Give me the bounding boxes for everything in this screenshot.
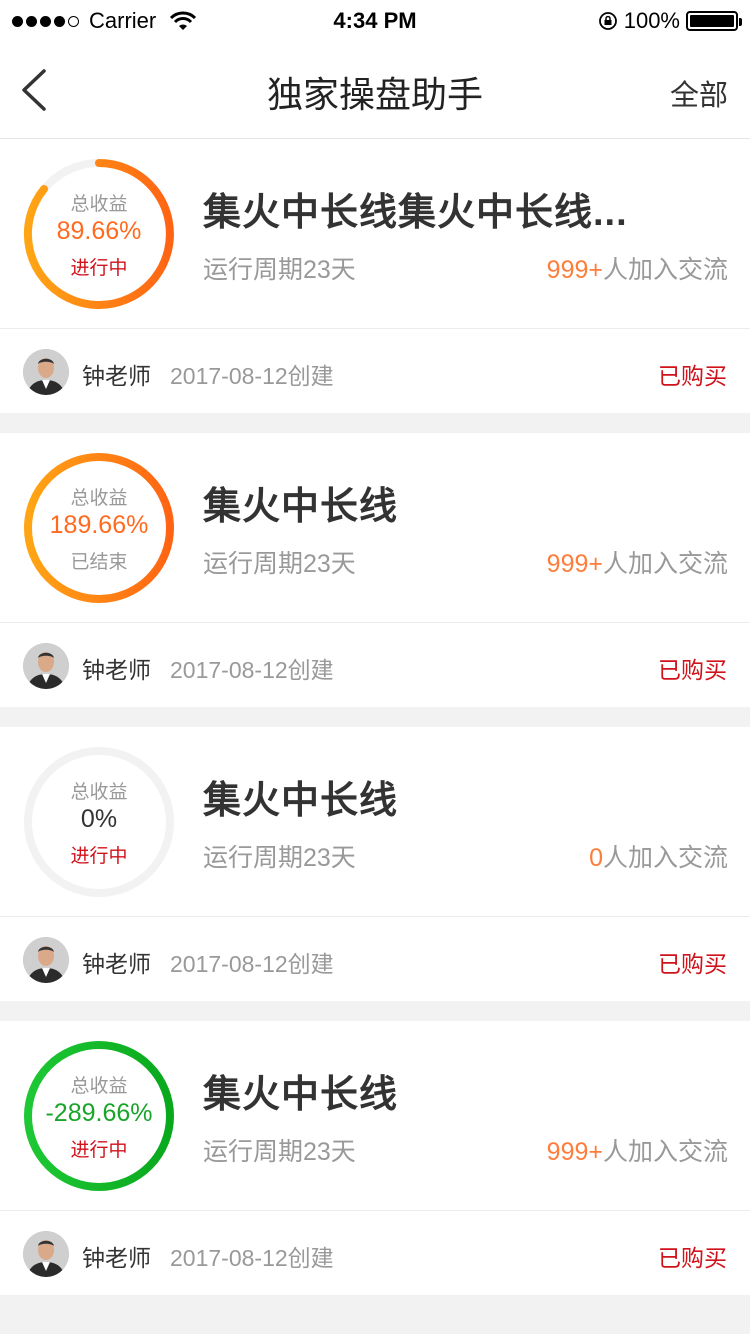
rotation-lock-icon (598, 12, 617, 30)
strategy-title: 集火中长线 (203, 486, 399, 528)
member-count: 999+人加入交流 (546, 256, 728, 284)
teacher-name: 钟老师 (82, 951, 151, 977)
purchased-badge[interactable]: 已购买 (658, 1239, 727, 1273)
avatar (23, 643, 69, 689)
return-ring: 总收益 89.66% 进行中 (22, 157, 176, 311)
run-period: 运行周期23天 (203, 256, 356, 284)
avatar (23, 349, 69, 395)
ring-label: 总收益 (70, 782, 128, 803)
ring-label: 总收益 (70, 194, 128, 215)
avatar (23, 937, 69, 983)
strategy-card[interactable]: 总收益 -289.66% 进行中 集火中长线 运行周期23天 999+人加入交流… (0, 1021, 750, 1295)
return-value: 189.66% (49, 511, 149, 539)
strategy-title: 集火中长线集火中长线... (203, 192, 628, 234)
return-value: 89.66% (56, 217, 142, 245)
purchased-badge[interactable]: 已购买 (658, 357, 727, 391)
ring-label: 总收益 (70, 1076, 128, 1097)
avatar (23, 1231, 69, 1277)
return-value: -289.66% (45, 1099, 153, 1127)
return-ring: 总收益 0% 进行中 (22, 745, 176, 899)
return-ring: 总收益 -289.66% 进行中 (22, 1039, 176, 1193)
created-date: 2017-08-12创建 (170, 657, 334, 683)
run-period: 运行周期23天 (203, 1138, 356, 1166)
run-period: 运行周期23天 (203, 550, 356, 578)
member-count: 999+人加入交流 (546, 1138, 728, 1166)
strategy-title: 集火中长线 (203, 780, 399, 822)
nav-bar: 独家操盘助手 全部 (0, 40, 750, 139)
teacher-name: 钟老师 (82, 1245, 151, 1271)
member-count: 0人加入交流 (589, 844, 728, 872)
filter-all-button[interactable]: 全部 (670, 72, 728, 114)
purchased-badge[interactable]: 已购买 (658, 651, 727, 685)
strategy-card[interactable]: 总收益 0% 进行中 集火中长线 运行周期23天 0人加入交流 钟老师 2017… (0, 727, 750, 1001)
run-period: 运行周期23天 (203, 844, 356, 872)
status-label: 进行中 (70, 1140, 128, 1161)
created-date: 2017-08-12创建 (170, 363, 334, 389)
member-count: 999+人加入交流 (546, 550, 728, 578)
created-date: 2017-08-12创建 (170, 951, 334, 977)
created-date: 2017-08-12创建 (170, 1245, 334, 1271)
status-label: 进行中 (70, 258, 128, 279)
status-label: 进行中 (70, 846, 128, 867)
teacher-name: 钟老师 (82, 657, 151, 683)
ring-label: 总收益 (70, 488, 128, 509)
page-title: 独家操盘助手 (266, 74, 483, 115)
strategy-title: 集火中长线 (203, 1074, 399, 1116)
battery-icon (686, 11, 742, 31)
status-label: 已结束 (70, 552, 128, 573)
return-ring: 总收益 189.66% 已结束 (22, 451, 176, 605)
status-bar: Carrier 4:34 PM 100% (0, 0, 750, 40)
strategy-card[interactable]: 总收益 189.66% 已结束 集火中长线 运行周期23天 999+人加入交流 … (0, 433, 750, 707)
battery-percent: 100% (623, 8, 680, 33)
purchased-badge[interactable]: 已购买 (658, 945, 727, 979)
teacher-name: 钟老师 (82, 363, 151, 389)
strategy-card[interactable]: 总收益 89.66% 进行中 集火中长线集火中长线... 运行周期23天 999… (0, 139, 750, 413)
return-value: 0% (80, 805, 118, 833)
